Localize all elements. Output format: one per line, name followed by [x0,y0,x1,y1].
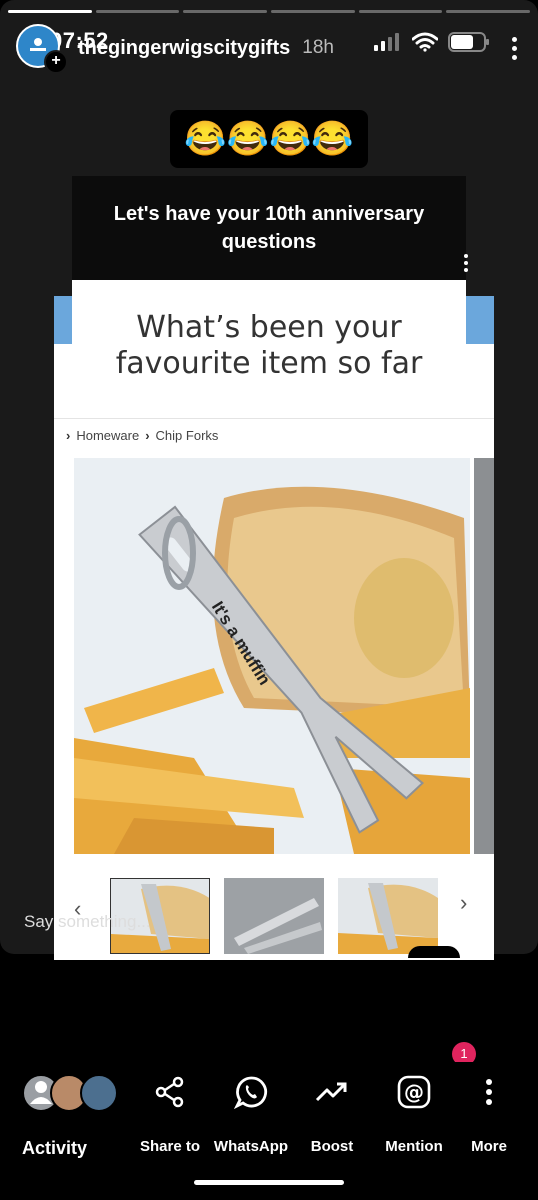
divider [54,418,494,419]
trending-up-icon [304,1074,360,1110]
story-header: + thegingerwigscitygifts 18h [16,24,518,74]
breadcrumb-item: Chip Forks [155,428,219,443]
progress-segment [183,10,268,13]
action-label: Activity [22,1138,88,1158]
story-viewer[interactable]: + thegingerwigscitygifts 18h Let's have … [0,0,538,960]
story-username[interactable]: thegingerwigscitygifts [78,37,290,60]
profile-avatar[interactable]: + [16,24,68,74]
viewer-avatar [80,1074,118,1112]
embedded-headline: What’s been your favourite item so far [115,310,423,381]
action-label: WhatsApp [213,1138,289,1155]
emoji-sticker: 😂😂😂😂 [170,110,368,168]
story-progress [8,10,531,13]
whatsapp-icon [212,1074,290,1110]
whatsapp-button[interactable]: WhatsApp [212,1074,290,1155]
inner-options-icon [464,254,468,272]
boost-button[interactable]: Boost [304,1074,360,1155]
chevron-right-icon: › [66,428,71,443]
emoji-text: 😂😂😂😂 [184,120,354,158]
action-label: Boost [310,1138,354,1155]
action-label: More [471,1138,507,1155]
chevron-right-icon: › [145,428,150,443]
breadcrumb: › Homeware › Chip Forks [66,428,218,443]
question-sticker: Let's have your 10th anniversary questio… [72,176,466,280]
story-time-ago: 18h [302,37,334,58]
progress-segment [95,10,180,13]
product-photo: It's a muffin [74,458,470,854]
viewers-avatars [22,1074,126,1112]
mention-button[interactable]: @ Mention [380,1074,448,1155]
share-icon [138,1074,202,1110]
share-to-button[interactable]: Share to [138,1074,202,1155]
at-icon: @ [380,1074,448,1110]
reply-button[interactable] [408,946,460,958]
svg-text:@: @ [404,1080,424,1104]
reply-input[interactable]: Say something... [24,912,151,932]
progress-segment [8,10,92,13]
chip-fork-illustration [74,458,470,854]
progress-segment [358,10,443,13]
activity-button[interactable]: Activity [22,1074,126,1159]
progress-segment [271,10,355,13]
next-photo-peek [474,458,494,854]
chevron-right-icon: › [460,890,468,915]
home-indicator[interactable] [194,1180,344,1185]
thumbnail [224,878,324,954]
story-options-icon[interactable] [512,36,518,60]
thumbnail [338,878,438,954]
progress-segment [446,10,531,13]
question-text: Let's have your 10th anniversary questio… [113,203,425,253]
action-label: Share to [139,1138,200,1155]
action-label: Mention [385,1138,443,1155]
more-button[interactable]: More [466,1074,512,1155]
story-image: Let's have your 10th anniversary questio… [54,160,494,960]
add-story-icon[interactable]: + [44,50,68,74]
breadcrumb-item: Homeware [76,428,140,443]
more-vertical-icon [466,1074,512,1110]
